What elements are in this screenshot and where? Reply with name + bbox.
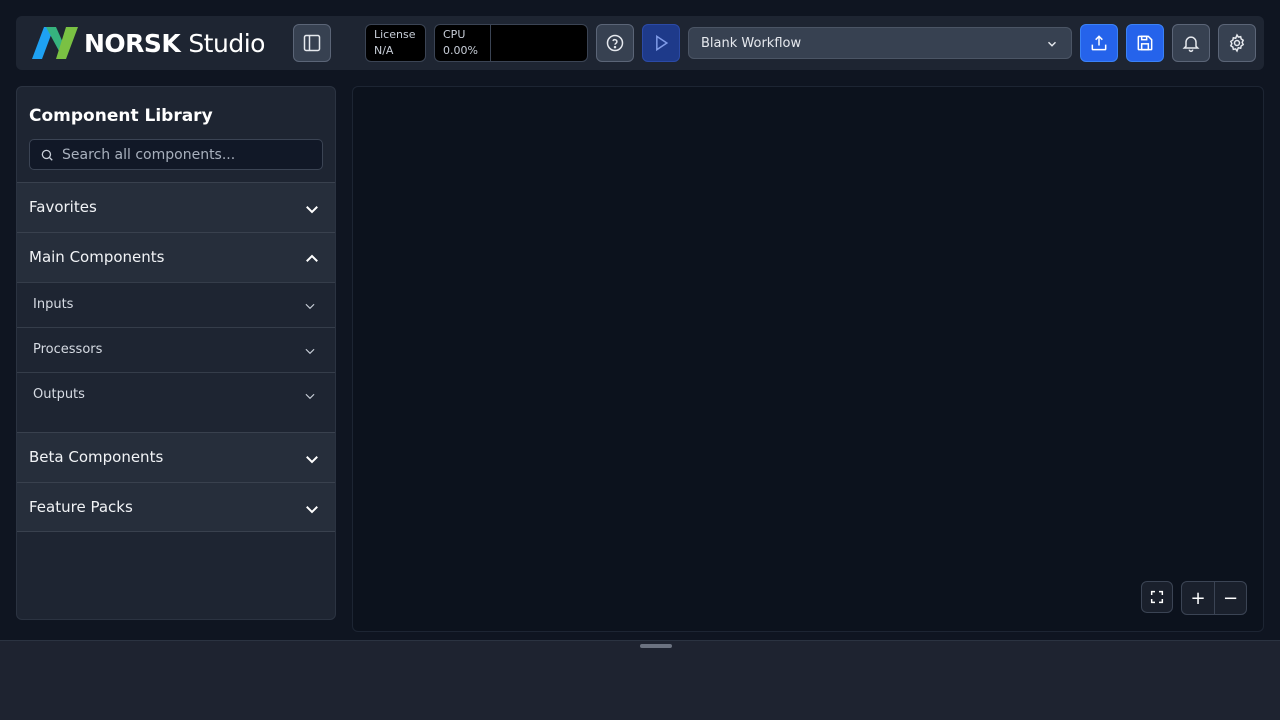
subsection-outputs[interactable]: Outputs (17, 372, 335, 417)
chevron-down-icon (305, 348, 315, 355)
fullscreen-icon (1150, 590, 1164, 604)
zoom-out-label: − (1222, 587, 1239, 609)
logo-product: Studio (188, 28, 265, 58)
subsection-inputs[interactable]: Inputs (17, 282, 335, 327)
resize-handle[interactable] (640, 644, 672, 648)
toggle-sidebar-button[interactable] (293, 24, 331, 62)
section-label: Beta Components (29, 448, 164, 466)
license-label: License (374, 28, 416, 41)
logo-brand: NORSK (84, 28, 181, 58)
component-library-title: Component Library (29, 106, 213, 126)
chevron-down-icon (306, 456, 318, 464)
zoom-out-button[interactable]: − (1214, 581, 1247, 615)
chevron-up-icon (306, 254, 318, 262)
section-divider (17, 531, 335, 532)
bell-icon (1182, 36, 1200, 53)
chevron-down-icon (305, 393, 315, 400)
cpu-graph-divider (490, 25, 491, 61)
search-input[interactable] (62, 140, 317, 169)
section-label: Feature Packs (29, 498, 133, 516)
notifications-button[interactable] (1172, 24, 1210, 62)
run-workflow-button[interactable] (642, 24, 680, 62)
panel-toggle-icon (303, 34, 321, 52)
license-value: N/A (374, 44, 394, 57)
help-button[interactable] (596, 24, 634, 62)
search-box (29, 139, 323, 170)
export-button[interactable] (1080, 24, 1118, 62)
gear-icon (1229, 33, 1245, 53)
workflow-select[interactable]: Blank Workflow (688, 27, 1072, 59)
section-feature-packs[interactable]: Feature Packs (17, 482, 335, 532)
chevron-down-icon (305, 303, 315, 310)
zoom-in-label: + (1190, 587, 1206, 609)
license-status: License N/A (365, 24, 426, 62)
subsection-label: Outputs (33, 387, 85, 402)
section-label: Main Components (29, 248, 165, 266)
play-icon (656, 34, 669, 52)
cpu-label: CPU (443, 28, 466, 41)
subsection-label: Inputs (33, 297, 74, 312)
cpu-status: CPU 0.00% (434, 24, 588, 62)
bottom-panel (0, 640, 1280, 720)
logo-icon (32, 27, 78, 59)
section-favorites[interactable]: Favorites (17, 182, 335, 232)
section-beta-components[interactable]: Beta Components (17, 432, 335, 482)
subsection-processors[interactable]: Processors (17, 327, 335, 372)
section-main-components[interactable]: Main Components (17, 232, 335, 282)
chevron-down-icon (306, 506, 318, 514)
fit-view-button[interactable] (1141, 581, 1173, 613)
upload-icon (1091, 35, 1107, 51)
search-icon (41, 149, 53, 161)
chevron-down-icon (1048, 41, 1056, 47)
top-bar: NORSK Studio License N/A CPU 0.00% Blank… (16, 16, 1264, 70)
section-label: Favorites (29, 198, 97, 216)
chevron-down-icon (306, 206, 318, 214)
subsection-label: Processors (33, 342, 103, 357)
save-button[interactable] (1126, 24, 1164, 62)
app-logo: NORSK Studio (32, 26, 265, 60)
cpu-value: 0.00% (443, 44, 478, 57)
workflow-select-value: Blank Workflow (701, 36, 802, 51)
zoom-in-button[interactable]: + (1181, 581, 1215, 615)
save-icon (1137, 35, 1153, 51)
workflow-canvas[interactable]: + − (352, 86, 1264, 632)
help-icon (606, 34, 624, 52)
settings-button[interactable] (1218, 24, 1256, 62)
component-library-panel: Component Library Favorites Main Compone… (16, 86, 336, 620)
